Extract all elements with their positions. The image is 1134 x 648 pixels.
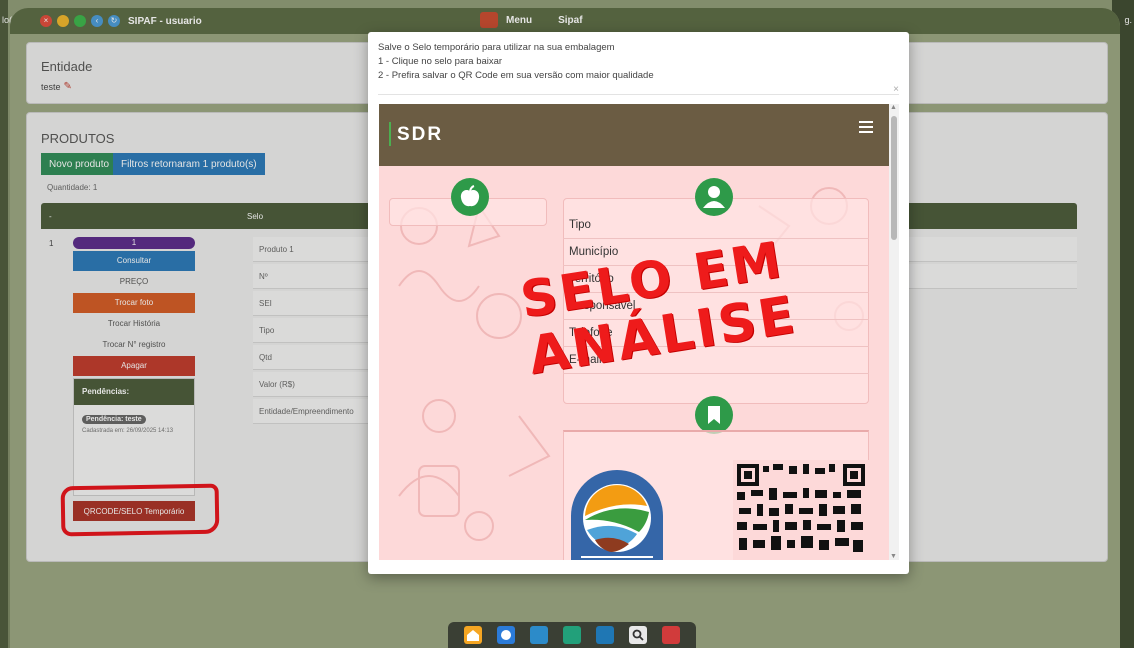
monitor-app-icon[interactable] <box>596 626 615 644</box>
preview-scrollbar[interactable]: ▲ ▼ <box>889 104 899 560</box>
home-app-icon[interactable] <box>463 626 482 644</box>
selo-preview[interactable]: SDR Tipo Município Território Responsáve… <box>379 104 889 560</box>
scroll-up-icon[interactable]: ▲ <box>890 104 897 111</box>
user-icon <box>695 178 733 216</box>
selo-header-bar: SDR <box>379 104 889 166</box>
modal-instruction-1: Salve o Selo temporário para utilizar na… <box>378 42 615 53</box>
search-app-icon[interactable] <box>629 626 648 644</box>
terminal-app-icon[interactable] <box>562 626 581 644</box>
brand-logo-text: SDR <box>397 124 444 145</box>
scroll-down-icon[interactable]: ▼ <box>890 553 897 560</box>
modal-instruction-2: 1 - Clique no selo para baixar <box>378 56 503 67</box>
sei-app-icon[interactable] <box>529 626 548 644</box>
hamburger-menu-icon[interactable] <box>859 121 873 133</box>
qr-code[interactable] <box>733 460 869 560</box>
info-row-tipo: Tipo <box>563 212 869 239</box>
taskbar <box>448 622 696 648</box>
flag-app-icon[interactable] <box>662 626 681 644</box>
scroll-thumb[interactable] <box>891 116 897 240</box>
sdr-seal-logo <box>571 470 663 560</box>
modal-instruction-3: 2 - Prefira salvar o QR Code em sua vers… <box>378 70 654 81</box>
modal-divider <box>378 94 899 95</box>
brand-stripe <box>389 122 391 146</box>
bookmark-icon <box>695 396 733 434</box>
apple-icon <box>451 178 489 216</box>
globe-app-icon[interactable] <box>496 626 515 644</box>
selo-modal: Salve o Selo temporário para utilizar na… <box>368 32 909 574</box>
